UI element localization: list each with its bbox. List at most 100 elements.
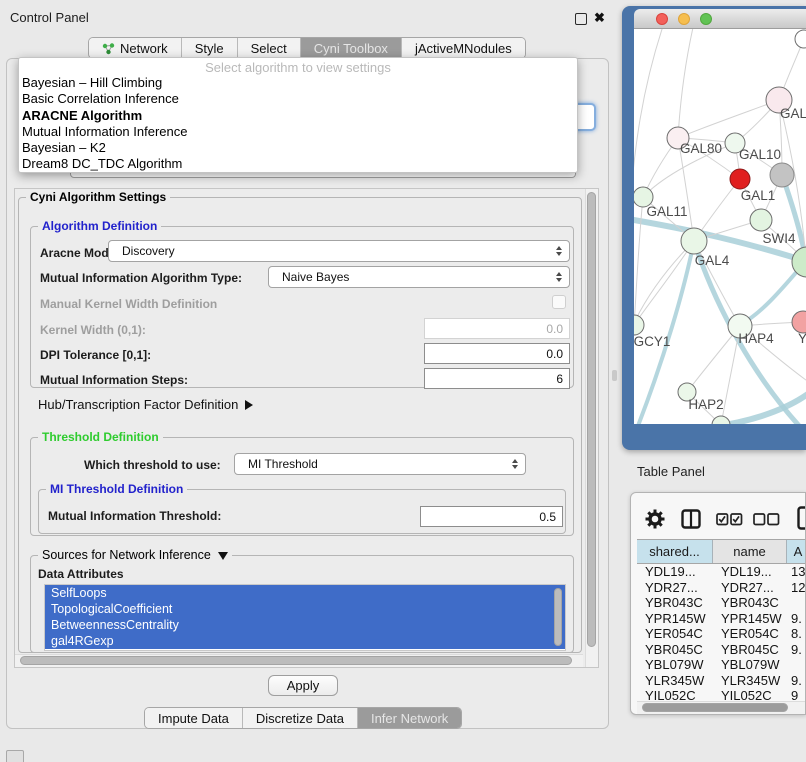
table-row[interactable]: YBR043CYBR043C [637, 595, 806, 611]
tab-label: Discretize Data [256, 711, 344, 726]
mi-steps-field[interactable]: 6 [424, 368, 570, 389]
table-cell: YIL052C [637, 688, 713, 701]
tab-impute-data[interactable]: Impute Data [145, 708, 243, 728]
mi-steps-label: Mutual Information Steps: [40, 373, 188, 387]
zoom-window-icon[interactable] [700, 13, 712, 25]
dpi-tolerance-field[interactable]: 0.0 [424, 343, 570, 364]
hub-definition-expander[interactable]: Hub/Transcription Factor Definition [38, 397, 253, 412]
network-edge[interactable] [634, 197, 643, 325]
select-all-columns-button[interactable] [716, 513, 743, 531]
table-cell: 9. [787, 673, 806, 688]
table-row[interactable]: YDL19...YDL19...13 [637, 564, 806, 580]
algorithm-option-dream8-dc-tdc-algorithm[interactable]: Dream8 DC_TDC Algorithm [19, 156, 577, 172]
settings-hscroll-thumb[interactable] [20, 656, 572, 665]
tab-discretize-data[interactable]: Discretize Data [243, 708, 358, 728]
tab-cyni-toolbox[interactable]: Cyni Toolbox [301, 38, 402, 58]
table-row[interactable]: YDR27...YDR27...12 [637, 580, 806, 596]
network-node-gcy1[interactable] [634, 315, 644, 335]
algorithm-option-bayesian-k2[interactable]: Bayesian – K2 [19, 140, 577, 156]
node-label-gcy1: GCY1 [634, 334, 670, 349]
dock-panel-mini-icon[interactable] [6, 750, 24, 762]
data-attributes-label: Data Attributes [38, 567, 124, 581]
table-settings-button[interactable] [645, 509, 665, 534]
aracne-mode-combo[interactable]: Discovery [108, 240, 570, 262]
close-panel-icon[interactable]: ✖ [594, 11, 605, 24]
network-edge[interactable] [721, 326, 740, 424]
combo-arrows-icon [512, 459, 518, 469]
apply-button[interactable]: Apply [268, 675, 338, 696]
deselect-all-columns-button[interactable] [753, 513, 780, 531]
panel-title: Control Panel [10, 10, 89, 25]
network-edge[interactable] [678, 100, 779, 138]
network-node-salmon[interactable] [792, 311, 806, 333]
table-cell: YIL052C [713, 688, 787, 701]
sources-group-expander[interactable]: Sources for Network Inference [38, 549, 232, 561]
mi-type-combo[interactable]: Naive Bayes [268, 266, 570, 288]
network-canvas[interactable]: GALGAL80GAL10GAL1GAL11SWI4GAL4HAP4YGCY1H… [634, 29, 806, 424]
table-row[interactable]: YER054CYER054C8. [637, 626, 806, 642]
tab-jactivemnodules[interactable]: jActiveMNodules [402, 38, 525, 58]
table-cell: YPR145W [637, 611, 713, 626]
close-window-icon[interactable] [656, 13, 668, 25]
network-node-top-cut[interactable] [795, 30, 806, 48]
data-attribute-selfloops[interactable]: SelfLoops [45, 585, 565, 601]
settings-vscroll-thumb[interactable] [587, 192, 596, 647]
column-header-name[interactable]: name [713, 540, 787, 563]
data-attribute-betweennesscentrality[interactable]: BetweennessCentrality [45, 617, 565, 633]
network-node-bottom[interactable] [712, 416, 730, 424]
algorithm-option-basic-correlation-inference[interactable]: Basic Correlation Inference [19, 91, 577, 107]
mi-threshold-label: Mutual Information Threshold: [48, 509, 221, 523]
minimize-window-icon[interactable] [678, 13, 690, 25]
gear-icon [645, 509, 665, 529]
data-attributes-list[interactable]: SelfLoopsTopologicalCoefficientBetweenne… [44, 584, 566, 651]
table-row[interactable]: YLR345WYLR345W9. [637, 673, 806, 689]
data-attribute-gal4rgexp[interactable]: gal4RGexp [45, 633, 565, 649]
table-cell: YER054C [713, 626, 787, 641]
network-edge[interactable] [634, 29, 664, 209]
network-node-gal1[interactable] [750, 209, 772, 231]
tab-style[interactable]: Style [182, 38, 238, 58]
table-row[interactable]: YBR045CYBR045C9. [637, 642, 806, 658]
column-layout-button[interactable] [681, 509, 701, 534]
table-row[interactable]: YIL052CYIL052C9 [637, 688, 806, 701]
data-attribute-topologicalcoefficient[interactable]: TopologicalCoefficient [45, 601, 565, 617]
network-window-titlebar[interactable] [634, 9, 806, 29]
which-threshold-combo[interactable]: MI Threshold [234, 453, 526, 475]
algorithm-option-bayesian-hill-climbing[interactable]: Bayesian – Hill Climbing [19, 75, 577, 91]
network-node-red-node[interactable] [730, 169, 750, 189]
network-node-gray-node[interactable] [770, 163, 794, 187]
kernel-width-label: Kernel Width (0,1): [40, 323, 146, 337]
cyni-settings-group-title: Cyni Algorithm Settings [26, 191, 170, 203]
mi-type-label: Mutual Information Algorithm Type: [40, 271, 242, 285]
table-cell: YBL079W [713, 657, 787, 672]
manual-kernel-checkbox[interactable] [552, 295, 566, 309]
tab-network[interactable]: Network [89, 38, 182, 58]
network-edge[interactable] [678, 29, 694, 138]
splitter-grip[interactable] [612, 370, 617, 381]
column-header-a[interactable]: A [787, 540, 806, 563]
table-cell: 9 [787, 688, 806, 701]
network-node-gal4[interactable] [681, 228, 707, 254]
network-edge[interactable] [687, 326, 740, 392]
float-panel-icon[interactable] [575, 13, 587, 25]
which-threshold-label: Which threshold to use: [84, 458, 221, 472]
table-row[interactable]: YPR145WYPR145W9. [637, 611, 806, 627]
tab-infer-network[interactable]: Infer Network [358, 708, 461, 728]
node-label-hap2: HAP2 [688, 397, 723, 412]
table-cell: YBR045C [713, 642, 787, 657]
table-cell: YBR045C [637, 642, 713, 657]
mi-threshold-field[interactable]: 0.5 [420, 506, 563, 527]
attribute-list-scrollbar[interactable] [554, 588, 562, 646]
algorithm-option-list: Bayesian – Hill ClimbingBasic Correlatio… [19, 75, 577, 173]
table-row[interactable]: YBL079WYBL079W [637, 657, 806, 673]
algorithm-option-mutual-information-inference[interactable]: Mutual Information Inference [19, 124, 577, 140]
panel-mode-button[interactable] [797, 506, 806, 536]
algorithm-option-aracne-algorithm[interactable]: ARACNE Algorithm [19, 108, 577, 124]
table-cell: YER054C [637, 626, 713, 641]
column-header-shared[interactable]: shared... [637, 540, 713, 563]
dpi-tolerance-label: DPI Tolerance [0,1]: [40, 348, 151, 362]
unchecked-boxes-icon [753, 513, 780, 526]
kernel-width-field[interactable]: 0.0 [424, 318, 570, 339]
tab-select[interactable]: Select [238, 38, 301, 58]
table-hscroll-thumb[interactable] [642, 703, 788, 712]
